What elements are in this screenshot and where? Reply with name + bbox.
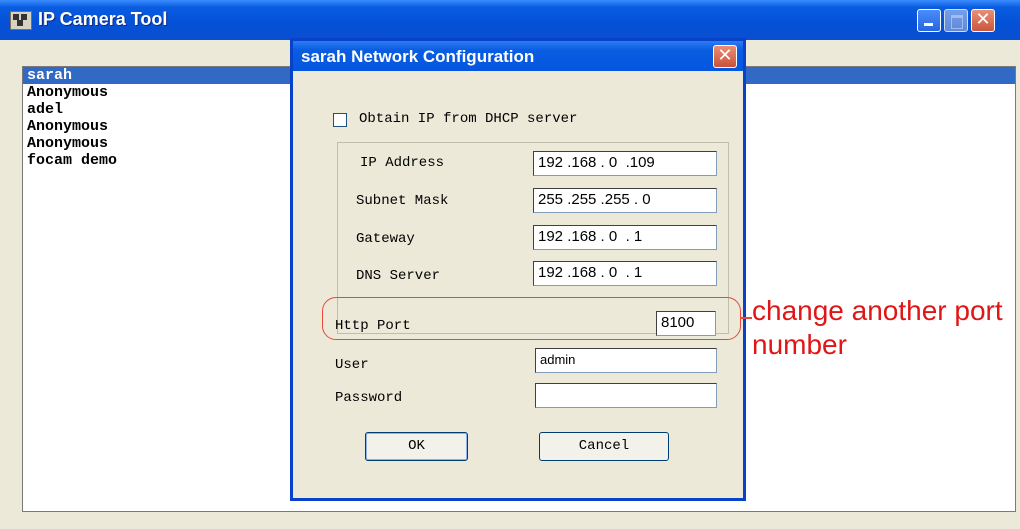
user-label: User xyxy=(335,357,369,373)
network-configuration-dialog: sarah Network Configuration ✕ Obtain IP … xyxy=(290,38,746,501)
password-field[interactable] xyxy=(535,383,717,408)
ip-address-label: IP Address xyxy=(360,155,445,171)
maximize-button[interactable] xyxy=(944,9,968,32)
annotation-highlight xyxy=(322,297,741,340)
close-icon: ✕ xyxy=(717,45,733,66)
dialog-close-button[interactable]: ✕ xyxy=(713,45,737,68)
title-bar[interactable]: IP Camera Tool ✕ xyxy=(0,0,1020,40)
annotation-connector xyxy=(740,317,752,319)
dhcp-checkbox[interactable] xyxy=(333,113,347,127)
dialog-title: sarah Network Configuration xyxy=(301,47,535,66)
dns-server-label: DNS Server xyxy=(356,268,441,284)
annotation-text: change another port number xyxy=(752,295,1003,360)
window-title: IP Camera Tool xyxy=(38,9,168,29)
ok-button[interactable]: OK xyxy=(365,432,468,461)
close-window-button[interactable]: ✕ xyxy=(971,9,995,32)
cancel-button[interactable]: Cancel xyxy=(539,432,669,461)
dialog-title-bar[interactable]: sarah Network Configuration ✕ xyxy=(293,41,743,71)
minimize-button[interactable] xyxy=(917,9,941,32)
ip-address-field[interactable]: 192 .168 . 0 .109 xyxy=(533,151,717,176)
subnet-mask-field[interactable]: 255 .255 .255 . 0 xyxy=(533,188,717,213)
dns-server-field[interactable]: 192 .168 . 0 . 1 xyxy=(533,261,717,286)
gateway-field[interactable]: 192 .168 . 0 . 1 xyxy=(533,225,717,250)
password-label: Password xyxy=(335,390,403,406)
gateway-label: Gateway xyxy=(356,231,415,247)
close-icon: ✕ xyxy=(975,9,991,30)
camera-app-icon xyxy=(10,11,32,30)
dhcp-label: Obtain IP from DHCP server xyxy=(359,111,578,127)
subnet-mask-label: Subnet Mask xyxy=(356,193,449,209)
user-field[interactable]: admin xyxy=(535,348,717,373)
